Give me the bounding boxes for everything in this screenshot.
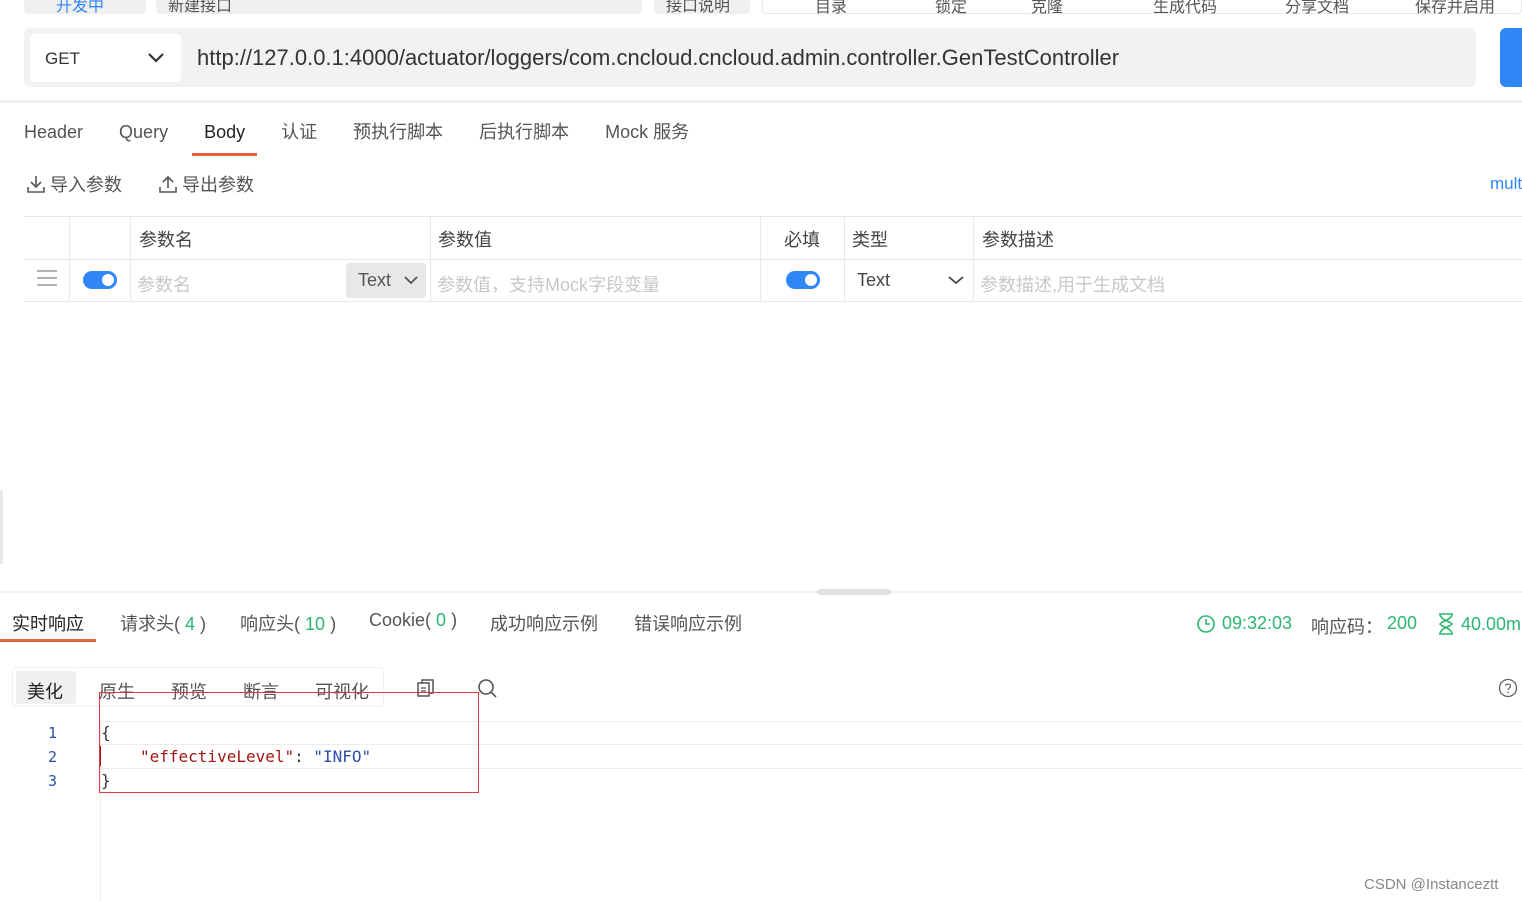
enable-toggle[interactable] xyxy=(83,271,117,289)
tab-body[interactable]: Body xyxy=(192,120,258,156)
tab-suffix: ) xyxy=(200,614,207,634)
line-number: 2 xyxy=(48,748,58,766)
tab-live-response[interactable]: 实时响应 xyxy=(12,610,84,636)
hourglass-icon xyxy=(1439,613,1453,635)
line-number: 3 xyxy=(48,772,58,790)
top-toolbar: 开发中 新建接口 接口说明 目录 锁定 克隆 生成代码 分享文档 保存并启用 xyxy=(0,0,1522,18)
share-doc-action[interactable]: 分享文档 xyxy=(1285,0,1349,16)
api-name-input[interactable]: 新建接口 xyxy=(156,0,642,15)
count-badge: 4 xyxy=(185,614,196,634)
response-duration: 40.00m xyxy=(1437,613,1521,635)
import-params-button[interactable]: 导入参数 xyxy=(26,171,122,197)
tab-request-headers[interactable]: 请求头( 4 ) xyxy=(120,610,206,636)
method-select[interactable]: GET xyxy=(30,34,181,82)
header-description: 参数描述 xyxy=(982,230,1054,250)
export-params-button[interactable]: 导出参数 xyxy=(158,171,254,197)
line-number: 1 xyxy=(48,724,58,742)
param-name-input[interactable]: 参数名 xyxy=(137,271,191,297)
tab-suffix: ) xyxy=(451,610,458,630)
count-badge: 10 xyxy=(305,614,326,634)
param-type-select[interactable]: Text xyxy=(857,270,890,291)
body-mode-link[interactable]: mult xyxy=(1490,174,1522,194)
watermark: CSDN @Instanceztt xyxy=(1364,876,1499,893)
import-params-label: 导入参数 xyxy=(50,175,122,195)
url-input[interactable]: http://127.0.0.1:4000/actuator/loggers/c… xyxy=(197,45,1119,71)
chevron-down-icon xyxy=(404,276,418,285)
tab-query[interactable]: Query xyxy=(119,120,168,156)
response-time: 09:32:03 xyxy=(1196,613,1292,634)
status-dropdown[interactable]: 开发中 xyxy=(24,0,146,15)
param-name-type-label: Text xyxy=(358,270,392,290)
required-toggle[interactable] xyxy=(786,271,820,289)
api-doc-button[interactable]: 接口说明 xyxy=(654,0,750,15)
request-url-bar: GET http://127.0.0.1:4000/actuator/logge… xyxy=(24,28,1476,87)
header-param-name: 参数名 xyxy=(139,230,193,250)
params-table: 参数名 参数值 必填 类型 参数描述 参数名 Text 参数值，支持Mock字段… xyxy=(24,216,1522,302)
duration-value: 40.00m xyxy=(1461,613,1522,634)
api-doc-label: 接口说明 xyxy=(666,0,731,15)
tab-label: Cookie( xyxy=(369,610,432,630)
drag-handle-icon[interactable] xyxy=(36,269,58,287)
count-badge: 0 xyxy=(436,610,447,630)
tab-error-example[interactable]: 错误响应示例 xyxy=(634,610,742,636)
folder-action[interactable]: 目录 xyxy=(815,0,847,16)
param-description-input[interactable]: 参数描述,用于生成文档 xyxy=(980,271,1165,297)
param-name-type-select[interactable]: Text xyxy=(346,263,426,298)
tab-underline xyxy=(0,639,96,642)
lock-action[interactable]: 锁定 xyxy=(935,0,967,16)
status-code-label: 响应码： xyxy=(1311,617,1383,637)
upload-icon xyxy=(159,175,177,193)
search-icon[interactable] xyxy=(476,677,498,699)
help-icon[interactable] xyxy=(1498,678,1518,698)
tab-post-script[interactable]: 后执行脚本 xyxy=(479,120,569,156)
download-icon xyxy=(27,176,45,193)
header-type: 类型 xyxy=(852,230,888,250)
row-divider xyxy=(24,259,1522,260)
chevron-down-icon xyxy=(948,276,964,285)
api-name-text: 新建接口 xyxy=(168,0,233,15)
tab-success-example[interactable]: 成功响应示例 xyxy=(490,610,598,636)
panel-resize-handle[interactable] xyxy=(817,589,891,595)
tab-cookie[interactable]: Cookie( 0 ) xyxy=(369,610,457,631)
mode-beautify[interactable]: 美化 xyxy=(27,678,63,704)
tab-label: 响应头( xyxy=(240,614,300,634)
tab-response-headers[interactable]: 响应头( 10 ) xyxy=(240,610,336,636)
tab-label: 请求头( xyxy=(120,614,180,634)
send-button[interactable] xyxy=(1500,28,1522,87)
status-label: 开发中 xyxy=(56,0,105,15)
divider xyxy=(0,591,1522,593)
tab-suffix: ) xyxy=(330,614,337,634)
divider xyxy=(0,100,1522,103)
clone-action[interactable]: 克隆 xyxy=(1031,0,1063,16)
time-value: 09:32:03 xyxy=(1222,613,1293,633)
chevron-down-icon xyxy=(148,53,164,63)
tab-header[interactable]: Header xyxy=(24,120,83,156)
method-label: GET xyxy=(45,49,80,68)
header-param-value: 参数值 xyxy=(438,230,492,250)
gen-code-action[interactable]: 生成代码 xyxy=(1153,0,1217,16)
annotation-highlight-box xyxy=(99,692,479,793)
param-value-input[interactable]: 参数值，支持Mock字段变量 xyxy=(437,271,660,297)
tab-auth[interactable]: 认证 xyxy=(281,120,317,156)
action-group: 目录 锁定 克隆 生成代码 分享文档 保存并启用 xyxy=(762,0,1522,16)
tab-pre-script[interactable]: 预执行脚本 xyxy=(353,120,443,156)
clock-icon xyxy=(1197,614,1215,633)
header-required: 必填 xyxy=(784,230,820,250)
request-tabs: Header Query Body 认证 预执行脚本 后执行脚本 Mock 服务 xyxy=(24,120,725,156)
save-enable-action[interactable]: 保存并启用 xyxy=(1415,0,1495,16)
side-panel-edge xyxy=(0,490,3,564)
tab-mock[interactable]: Mock 服务 xyxy=(605,120,689,156)
export-params-label: 导出参数 xyxy=(182,175,254,195)
status-code: 200 xyxy=(1387,613,1418,633)
